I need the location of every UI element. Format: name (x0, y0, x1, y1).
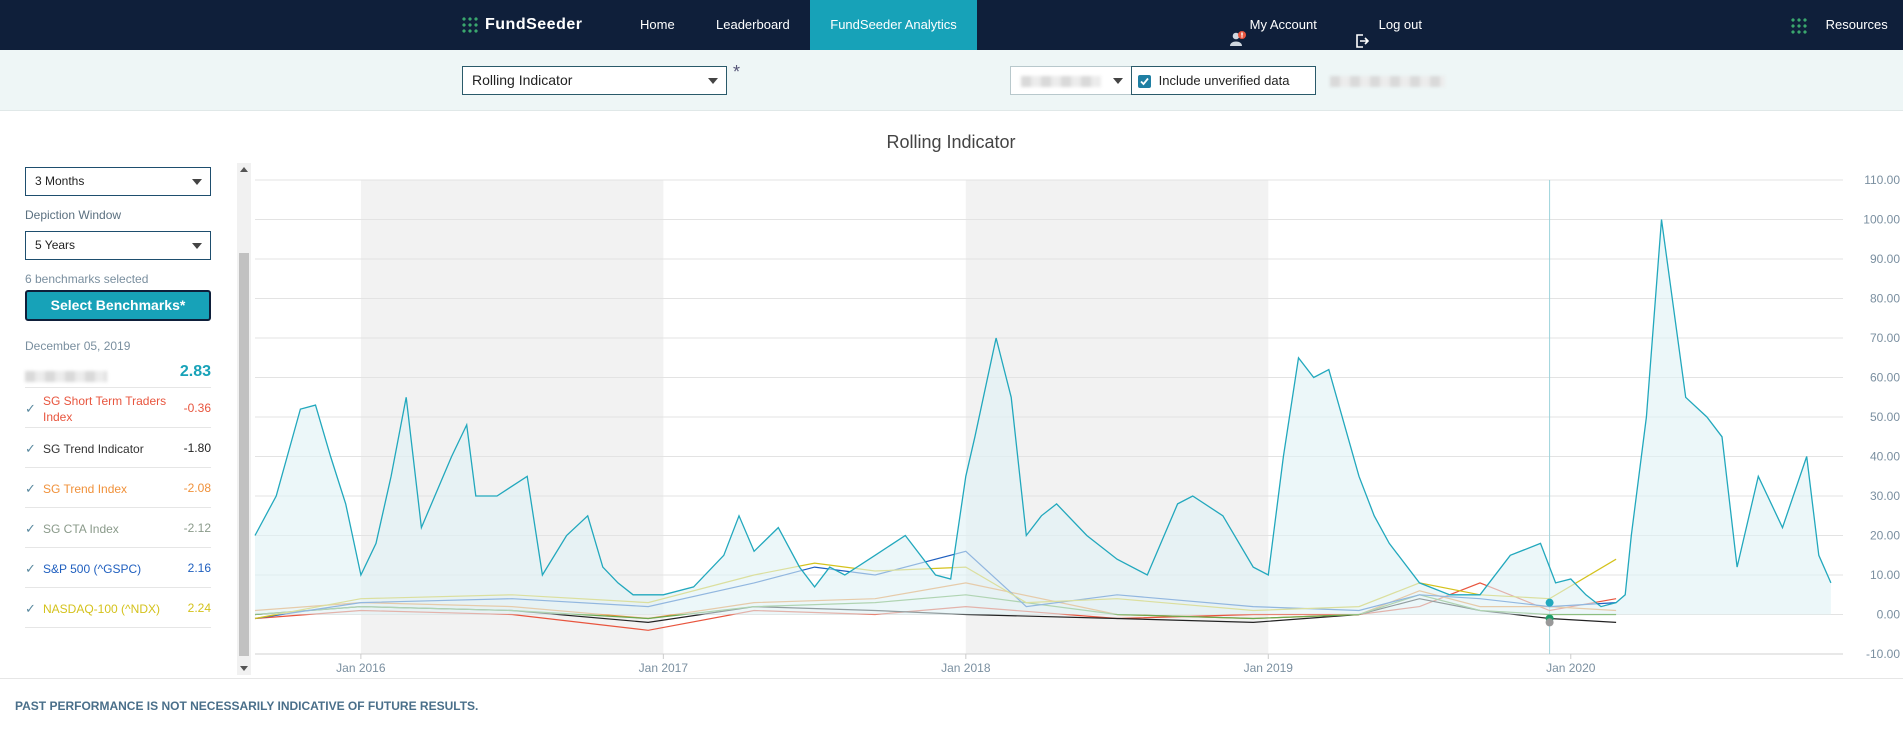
y-tick-label: 20.00 (1870, 529, 1900, 543)
y-tick-label: 40.00 (1870, 450, 1900, 464)
x-tick-label: Jan 2020 (1546, 661, 1596, 675)
y-tick-label: 50.00 (1870, 410, 1900, 424)
y-tick-label: 0.00 (1877, 608, 1901, 622)
y-tick-label: 100.00 (1863, 213, 1900, 227)
footer-divider (0, 678, 1903, 679)
rolling-indicator-chart: Rolling Indicator 110.00 100.00 90.00 80.00… (254, 132, 1901, 675)
crosshair-point-main (1545, 598, 1554, 607)
disclaimer-text: PAST PERFORMANCE IS NOT NECESSARILY INDI… (15, 699, 479, 713)
y-tick-label: 80.00 (1870, 292, 1900, 306)
x-tick-label: Jan 2018 (941, 661, 991, 675)
x-tick-label: Jan 2019 (1244, 661, 1294, 675)
y-tick-label: 10.00 (1870, 568, 1900, 582)
crosshair-point-benchmark (1545, 618, 1554, 627)
y-tick-label: 110.00 (1864, 173, 1900, 187)
y-tick-label: 70.00 (1870, 331, 1900, 345)
y-tick-label: -10.00 (1866, 647, 1900, 661)
x-tick-label: Jan 2016 (336, 661, 386, 675)
y-tick-label: 30.00 (1870, 489, 1900, 503)
y-tick-label: 60.00 (1870, 371, 1900, 385)
y-tick-label: 90.00 (1870, 252, 1900, 266)
x-tick-label: Jan 2017 (639, 661, 689, 675)
chart-title: Rolling Indicator (886, 132, 1015, 152)
